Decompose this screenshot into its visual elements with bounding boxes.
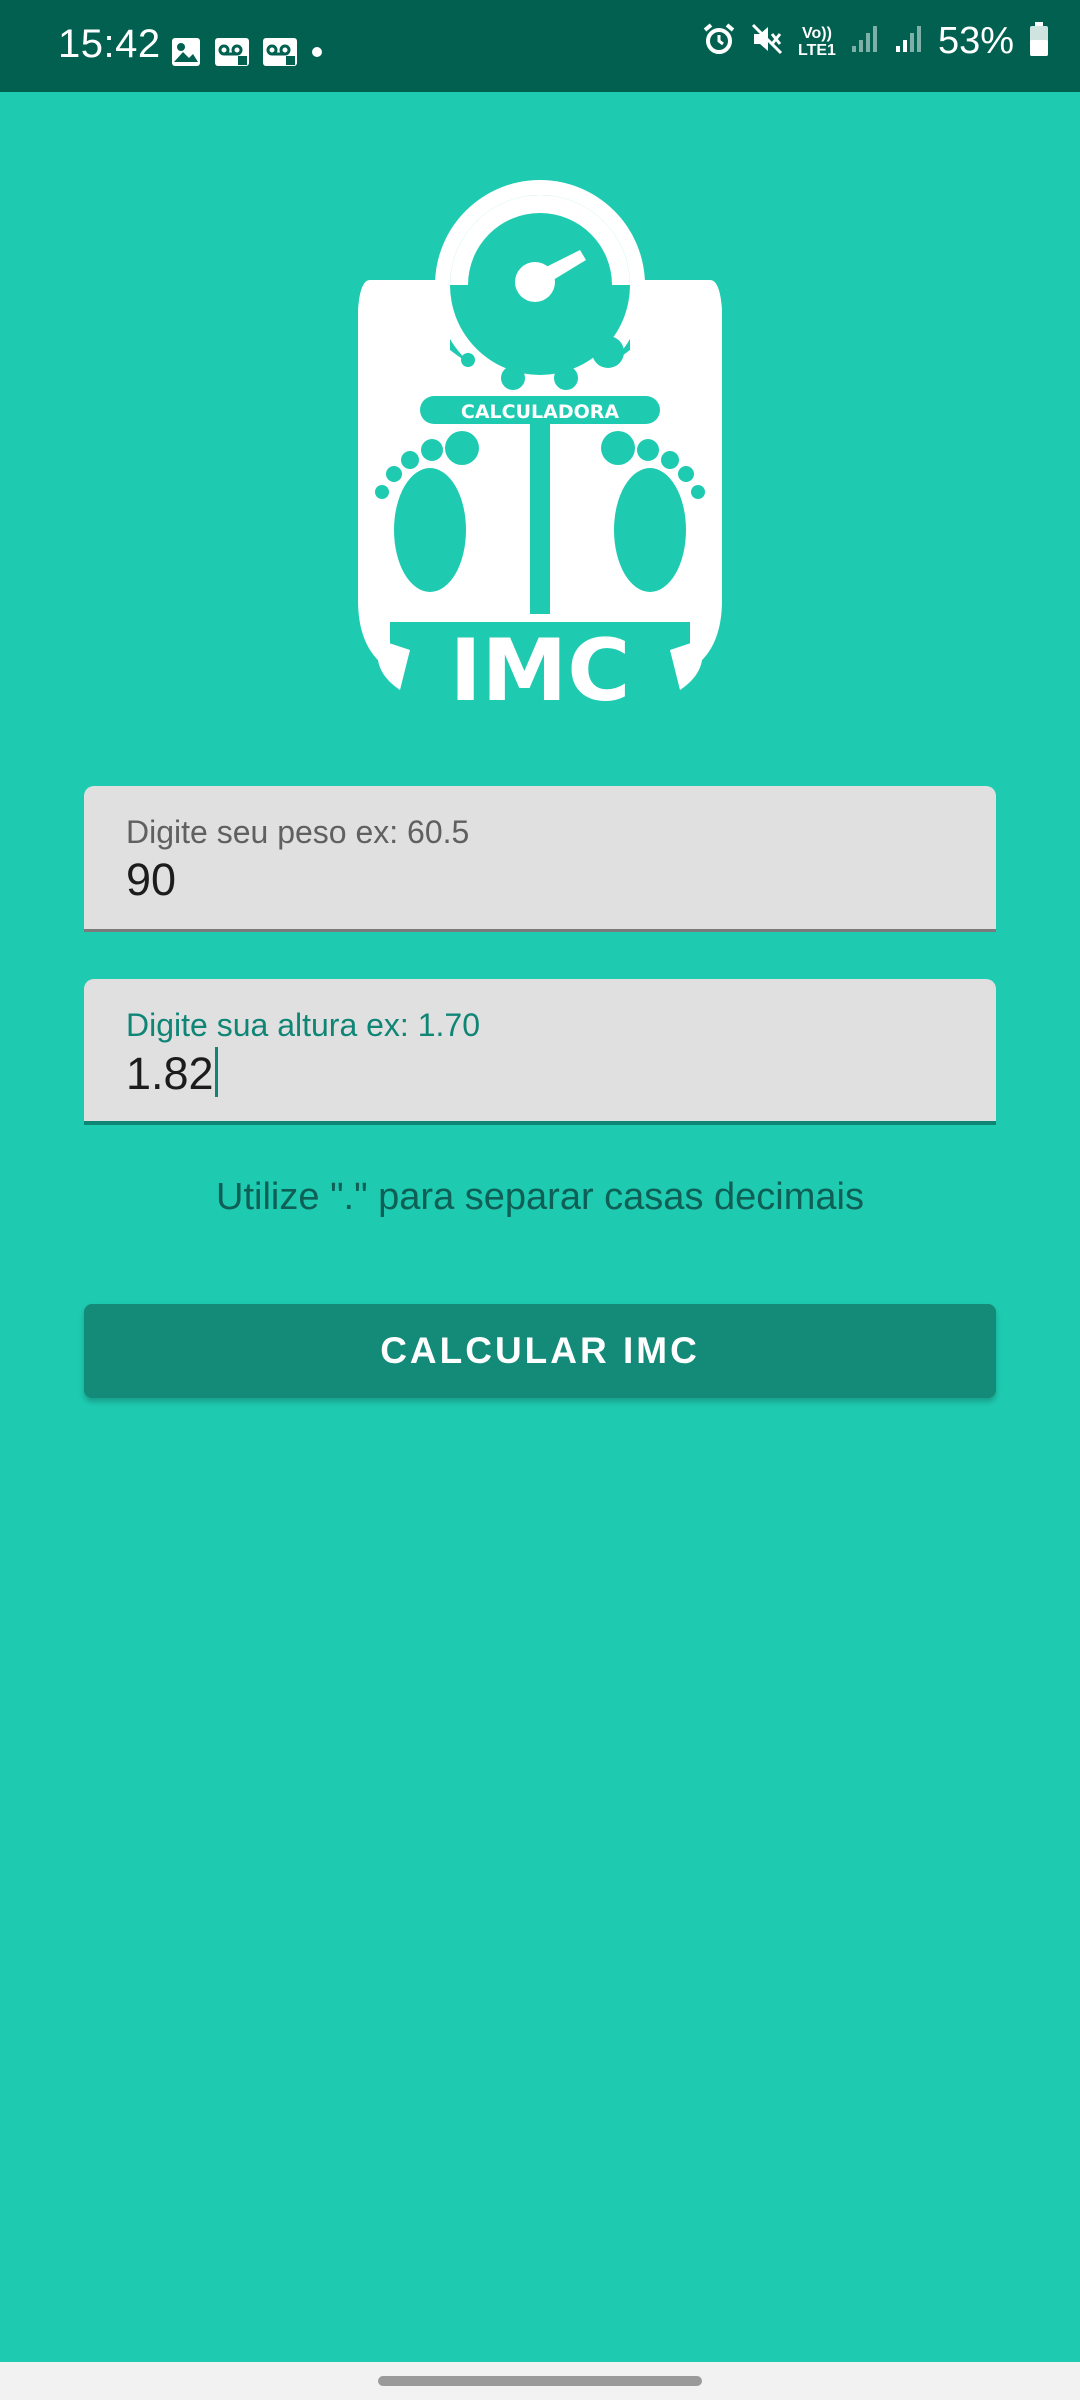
volte-icon: Vo)) LTE1 <box>798 24 836 59</box>
weight-field[interactable]: Digite seu peso ex: 60.5 90 <box>84 786 996 932</box>
decimal-hint: Utilize "." para separar casas decimais <box>216 1176 864 1218</box>
logo-top-text: CALCULADORA <box>461 401 619 423</box>
navigation-bar <box>0 2362 1080 2400</box>
scale-logo-icon: CALCULADORA IMC <box>358 180 722 721</box>
calculate-imc-button[interactable]: CALCULAR IMC <box>84 1304 996 1398</box>
battery-icon <box>1028 21 1050 62</box>
system-icons: Vo)) LTE1 53% <box>702 20 1050 63</box>
height-value: 1.82 <box>126 1048 214 1099</box>
voicemail-icon <box>262 36 298 73</box>
status-time: 15:42 <box>58 22 161 66</box>
notification-icons <box>170 36 324 73</box>
battery-percent: 53% <box>937 20 1014 62</box>
height-field[interactable]: Digite sua altura ex: 1.70 1.82 <box>84 979 996 1125</box>
dot-icon <box>310 45 324 64</box>
signal-icon <box>850 24 880 59</box>
weight-input[interactable]: 90 <box>126 854 176 906</box>
mute-icon <box>750 22 784 61</box>
text-cursor <box>214 1047 218 1097</box>
voicemail-icon <box>214 36 250 73</box>
alarm-icon <box>702 22 736 61</box>
app-logo: CALCULADORA IMC <box>330 170 750 721</box>
height-label: Digite sua altura ex: 1.70 <box>126 1007 480 1043</box>
height-input[interactable]: 1.82 <box>126 1047 218 1100</box>
image-icon <box>170 36 202 73</box>
status-bar: 15:42 Vo)) LTE1 53% <box>0 0 1080 92</box>
home-gesture-handle[interactable] <box>378 2376 702 2386</box>
logo-main-text: IMC <box>450 621 631 710</box>
weight-label: Digite seu peso ex: 60.5 <box>126 814 470 850</box>
signal-icon <box>894 24 924 59</box>
